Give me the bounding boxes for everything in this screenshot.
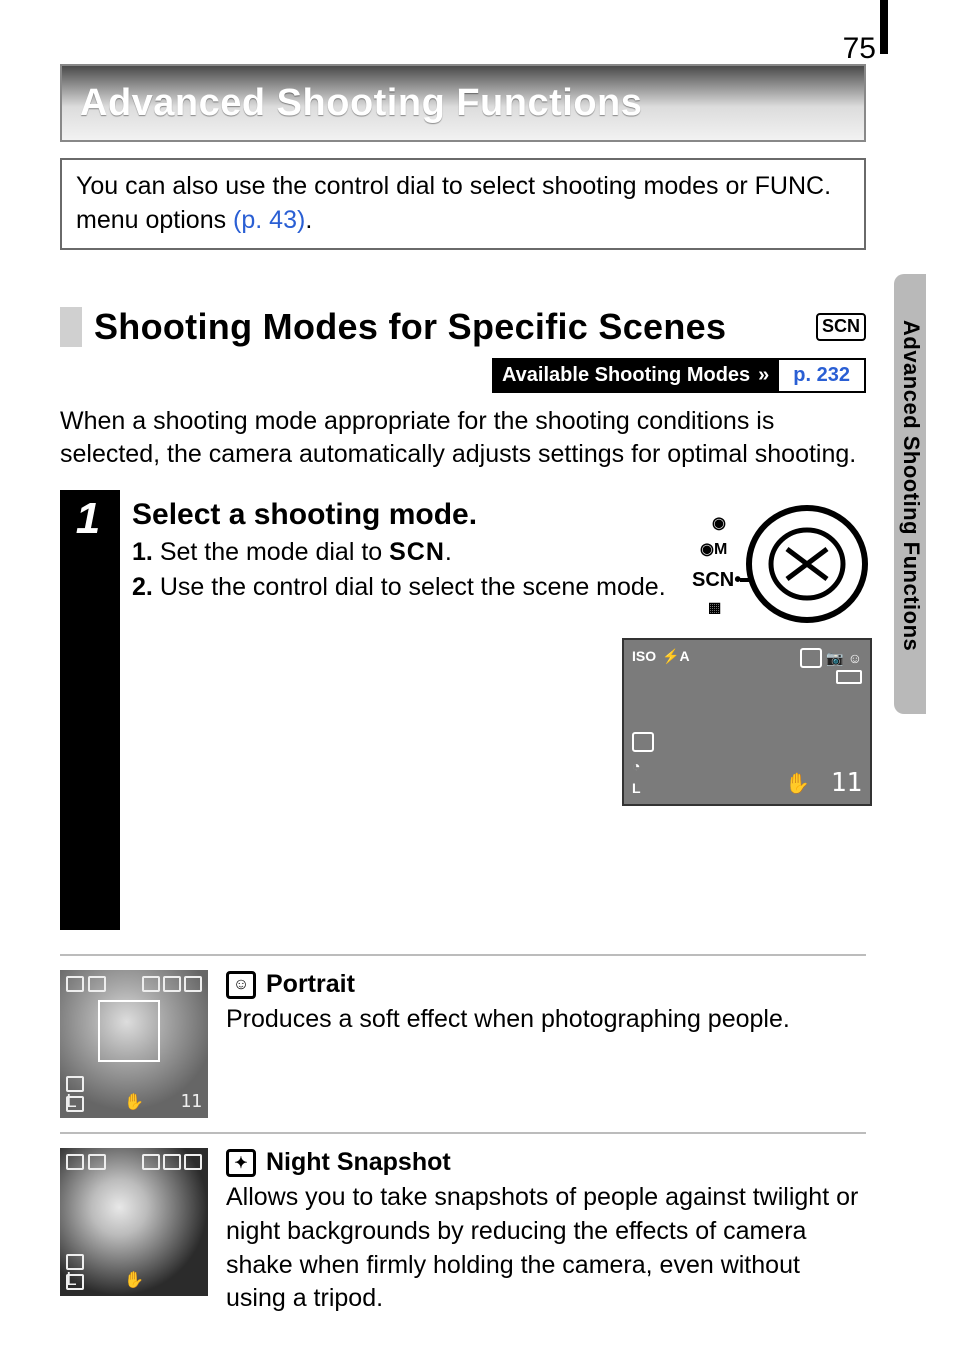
page-link-232[interactable]: p. 232 xyxy=(779,358,866,393)
chapter-title: Advanced Shooting Functions xyxy=(80,82,642,125)
substep1-text-a: Set the mode dial to xyxy=(160,538,389,566)
mode-title: Portrait xyxy=(266,970,355,999)
drive-single-icon xyxy=(142,976,160,992)
drive-single-icon xyxy=(142,1154,160,1170)
mode-text-col: ☺ Portrait Produces a soft effect when p… xyxy=(226,970,866,1118)
mode-title-row: ☺ Portrait xyxy=(226,970,866,999)
hand-shake-icon: ✋ xyxy=(124,1092,144,1112)
section-heading-row: Shooting Modes for Specific Scenes SCN xyxy=(60,306,866,348)
section-title: Shooting Modes for Specific Scenes xyxy=(94,306,726,348)
substep2-text: Use the control dial to select the scene… xyxy=(160,573,666,601)
hand-shake-icon: ✋ xyxy=(124,1270,144,1290)
metering-icon xyxy=(66,1076,84,1092)
lcd-preview: ISO ⚡A 📷 ☺ ◔ L ✋ 11 xyxy=(622,638,872,806)
intro-text-before: You can also use the control dial to sel… xyxy=(76,172,831,234)
mode-text-col: ✦ Night Snapshot Allows you to take snap… xyxy=(226,1148,866,1316)
available-modes-strip: Available Shooting Modes » p. 232 xyxy=(60,358,866,393)
intro-text-after: . xyxy=(305,206,312,234)
step-number-col: 1 xyxy=(60,490,116,930)
iso-auto-icon xyxy=(66,976,84,992)
portrait-mode-icon xyxy=(184,976,202,992)
image-size-l-icon: L xyxy=(66,1091,77,1112)
mode-title: Night Snapshot xyxy=(266,1148,451,1177)
lcd-top-left-icons: ISO ⚡A xyxy=(632,648,690,665)
image-size-l-icon: L xyxy=(632,780,654,796)
svg-text:▦: ▦ xyxy=(708,599,721,615)
portrait-mode-icon: ☺ xyxy=(226,971,256,999)
step-body: Select a shooting mode. 1. Set the mode … xyxy=(116,490,866,930)
iso-auto-icon: ISO xyxy=(632,648,656,665)
substep1-num: 1. xyxy=(132,538,153,566)
image-size-l-icon: L xyxy=(66,1269,77,1290)
manual-page: 75 Advanced Shooting Functions Advanced … xyxy=(0,0,954,1345)
flash-auto-icon xyxy=(88,1154,106,1170)
scn-mode-badge: SCN xyxy=(816,313,866,341)
mode-dial-illustration: ◉ ◉M SCN• ▦ xyxy=(672,494,872,634)
svg-text:◉: ◉ xyxy=(712,515,726,532)
svg-text:SCN•: SCN• xyxy=(692,569,741,591)
step-number: 1 xyxy=(76,494,100,544)
flash-auto-icon: ⚡A xyxy=(662,648,690,665)
lcd-top-right-icons: 📷 ☺ xyxy=(800,648,862,668)
mode-description: Produces a soft effect when photographin… xyxy=(226,1003,866,1037)
available-modes-label: Available Shooting Modes » xyxy=(492,358,779,393)
metering-icon xyxy=(66,1254,84,1270)
mode-title-row: ✦ Night Snapshot xyxy=(226,1148,866,1177)
page-link-43[interactable]: (p. 43) xyxy=(233,206,305,234)
intro-callout-box: You can also use the control dial to sel… xyxy=(60,158,866,250)
drive-single-icon xyxy=(800,648,822,668)
camera-icon: 📷 xyxy=(826,650,843,667)
portrait-thumbnail: L ✋ 11 xyxy=(60,970,208,1118)
metering-icon xyxy=(632,732,654,752)
self-timer-icon: ◔ xyxy=(632,758,654,774)
night-thumbnail: L ✋ xyxy=(60,1148,208,1296)
chapter-thumb-label: Advanced Shooting Functions xyxy=(898,320,924,651)
iso-auto-icon xyxy=(66,1154,84,1170)
step-block: 1 Select a shooting mode. 1. Set the mod… xyxy=(60,490,866,930)
section-paragraph: When a shooting mode appropriate for the… xyxy=(60,405,866,473)
flash-auto-icon xyxy=(88,976,106,992)
substep1-text-b: . xyxy=(445,538,452,566)
battery-icon xyxy=(836,670,862,684)
camera-icon xyxy=(163,976,181,992)
mode-description: Allows you to take snapshots of people a… xyxy=(226,1181,866,1316)
substep2-num: 2. xyxy=(132,573,153,601)
thumb-overlay: L ✋ 11 xyxy=(66,976,202,1112)
mode-entry-portrait: L ✋ 11 ☺ Portrait Produces a soft effect… xyxy=(60,954,866,1132)
page-number: 75 xyxy=(843,32,876,66)
chevrons-right-icon: » xyxy=(758,364,769,387)
scn-label-inline: SCN xyxy=(389,538,445,566)
section-marker xyxy=(60,307,82,347)
portrait-mode-icon: ☺ xyxy=(848,650,862,666)
thumb-index-bar xyxy=(880,0,888,54)
hand-shake-icon: ✋ xyxy=(785,771,810,796)
mode-entry-night-snapshot: L ✋ ✦ Night Snapshot Allows you to take … xyxy=(60,1132,866,1330)
night-snapshot-mode-icon: ✦ xyxy=(226,1149,256,1177)
svg-text:◉M: ◉M xyxy=(700,541,727,558)
mode-dial-icon: ◉ ◉M SCN• ▦ xyxy=(672,494,872,634)
night-mode-icon xyxy=(184,1154,202,1170)
shots-remaining: 11 xyxy=(180,1091,202,1112)
shots-remaining: 11 xyxy=(831,768,862,798)
available-modes-text: Available Shooting Modes xyxy=(502,364,750,387)
lcd-left-stack: ◔ L xyxy=(632,732,654,796)
chapter-title-bar: Advanced Shooting Functions xyxy=(60,64,866,142)
camera-icon xyxy=(163,1154,181,1170)
thumb-overlay: L ✋ xyxy=(66,1154,202,1290)
